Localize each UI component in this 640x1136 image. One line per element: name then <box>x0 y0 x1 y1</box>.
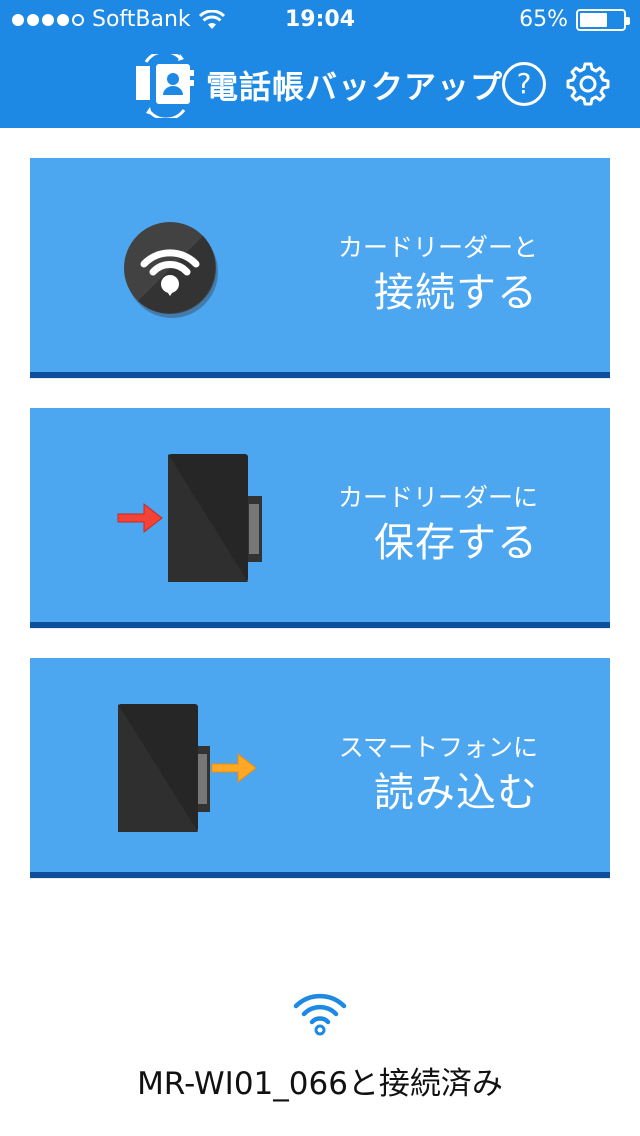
settings-button[interactable] <box>566 62 610 106</box>
load-from-card-icon <box>118 704 257 832</box>
save-card-title: 保存する <box>374 520 538 566</box>
load-card-title: 読み込む <box>374 770 538 816</box>
save-card-button[interactable]: カードリーダーに 保存する <box>30 408 610 628</box>
battery-percent: 65% <box>519 7 568 32</box>
app-title: 電話帳バックアップ <box>206 68 504 106</box>
gear-icon <box>566 62 610 106</box>
load-card-subtitle: スマートフォンに <box>338 733 538 762</box>
wifi-connect-icon <box>124 222 218 318</box>
save-to-card-icon <box>117 454 262 582</box>
battery-level <box>580 12 607 27</box>
wifi-icon <box>293 993 347 1036</box>
connect-card-subtitle: カードリーダーと <box>337 233 538 262</box>
load-card-button[interactable]: スマートフォンに 読み込む <box>30 658 610 878</box>
help-button[interactable]: ? <box>502 62 546 106</box>
top-bar: SoftBank 19:04 65% 電話帳バックアップ ? <box>0 0 640 128</box>
help-icon: ? <box>516 67 532 100</box>
status-right: 65% <box>519 7 630 32</box>
connect-card-title: 接続する <box>374 270 538 316</box>
battery-icon <box>576 8 630 31</box>
connect-card-button[interactable]: カードリーダーと 接続する <box>30 158 610 378</box>
connection-status: MR-WI01_066と接続済み <box>137 1066 503 1102</box>
navigation-bar: 電話帳バックアップ ? <box>0 40 640 128</box>
contact-backup-logo-icon <box>136 54 194 118</box>
save-card-subtitle: カードリーダーに <box>337 483 538 512</box>
status-bar: SoftBank 19:04 65% <box>0 0 640 40</box>
